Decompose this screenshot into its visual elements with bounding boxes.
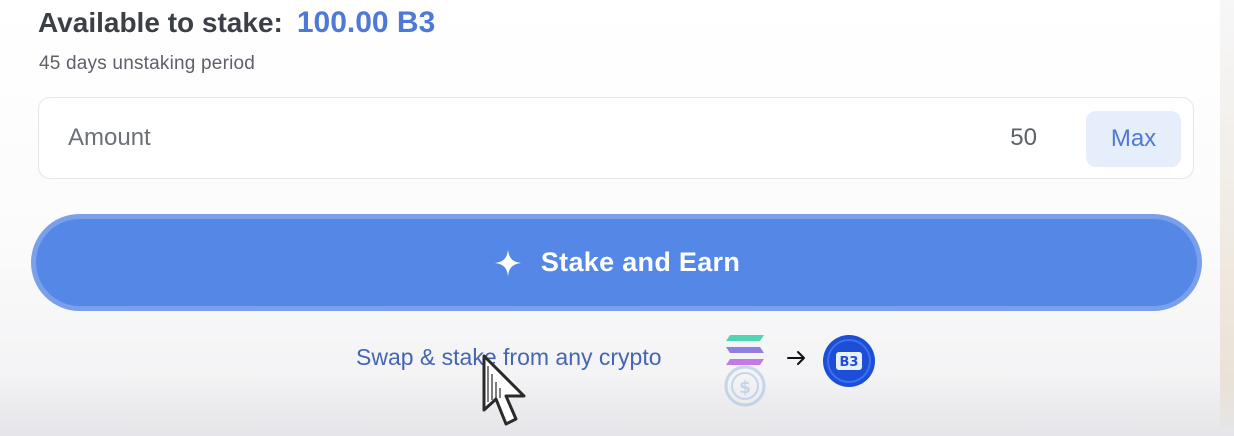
available-amount: 100.00 B3 [296, 6, 436, 39]
stake-and-earn-button[interactable]: Stake and Earn [31, 214, 1202, 311]
max-button[interactable]: Max [1086, 111, 1181, 167]
sparkle-icon [494, 249, 521, 276]
unstaking-period-text: 45 days unstaking period [39, 53, 256, 74]
stake-availability: Available to stake: 100.00 B3 [38, 6, 435, 40]
right-edge-decor [1220, 0, 1234, 436]
svg-text:$: $ [739, 378, 751, 398]
b3-token-icon: B3 [823, 335, 875, 387]
amount-value[interactable]: 50 [1010, 124, 1037, 152]
stake-button-label: Stake and Earn [540, 247, 741, 277]
arrow-right-icon [787, 351, 805, 365]
amount-input[interactable]: Amount 50 Max [38, 97, 1194, 179]
swap-and-stake-row: Swap & stake from any crypto $ B3 [356, 330, 896, 410]
amount-label: Amount [68, 124, 151, 151]
svg-text:B3: B3 [840, 355, 859, 370]
usdc-icon: $ [724, 365, 766, 407]
available-label: Available to stake: [38, 7, 283, 38]
mouse-cursor-icon [482, 354, 526, 426]
solana-icon [726, 335, 764, 365]
token-stack-icon: $ [724, 335, 766, 407]
